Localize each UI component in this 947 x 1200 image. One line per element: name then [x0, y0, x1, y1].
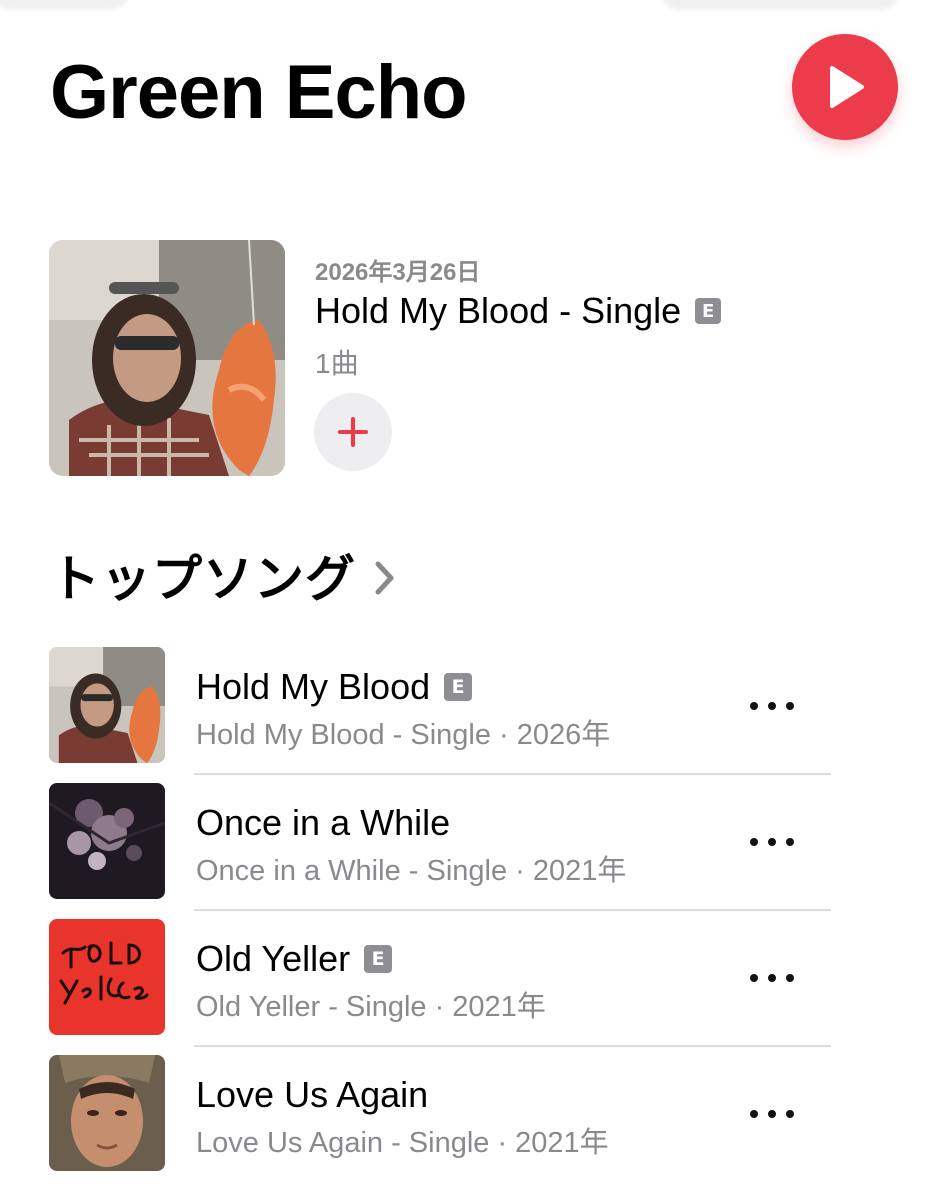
song-artwork — [49, 647, 165, 763]
explicit-badge: E — [444, 673, 473, 701]
ellipsis-dot — [768, 702, 776, 710]
top-songs-header[interactable]: トップソング — [50, 540, 396, 610]
song-title-row: Old Yeller E — [196, 937, 393, 981]
ellipsis-dot — [786, 1110, 794, 1118]
latest-release-artwork[interactable] — [49, 240, 285, 476]
ellipsis-dot — [750, 838, 758, 846]
song-title: Old Yeller — [196, 938, 351, 979]
add-to-library-button[interactable] — [314, 393, 392, 471]
song-subtitle: Old Yeller - Single · 2021年 — [196, 991, 546, 1023]
chevron-right-icon — [375, 561, 394, 595]
play-icon — [830, 66, 864, 108]
more-options-button[interactable] — [750, 1099, 794, 1129]
ellipsis-dot — [786, 838, 794, 846]
explicit-badge: E — [364, 945, 393, 973]
ellipsis-dot — [768, 1110, 776, 1118]
song-subtitle: Hold My Blood - Single · 2026年 — [196, 719, 611, 751]
ellipsis-dot — [768, 838, 776, 846]
song-title-row: Once in a While — [196, 801, 450, 845]
divider — [194, 909, 831, 911]
song-title: Hold My Blood — [196, 666, 431, 707]
song-title: Once in a While — [196, 802, 451, 843]
divider — [194, 1045, 831, 1047]
song-artwork — [49, 783, 165, 899]
song-row[interactable]: Love Us Again Love Us Again - Single · 2… — [0, 1055, 947, 1191]
latest-release-title: Hold My Blood - Single — [315, 290, 682, 331]
song-title-row: Hold My Blood E — [196, 665, 473, 709]
song-artwork — [49, 1055, 165, 1171]
back-button-remnant[interactable] — [0, 0, 130, 10]
track-count: 1曲 — [315, 348, 359, 379]
more-options-button[interactable] — [750, 827, 794, 857]
section-title: トップソング — [50, 551, 356, 607]
ellipsis-dot — [750, 1110, 758, 1118]
plus-icon — [338, 417, 368, 447]
play-button[interactable] — [792, 34, 898, 140]
more-options-button[interactable] — [750, 963, 794, 993]
ellipsis-dot — [786, 702, 794, 710]
song-subtitle: Once in a While - Single · 2021年 — [196, 855, 627, 887]
ellipsis-dot — [786, 974, 794, 982]
explicit-badge: E — [695, 298, 722, 324]
song-artwork — [49, 919, 165, 1035]
divider — [194, 773, 831, 775]
release-date: 2026年3月26日 — [315, 259, 481, 286]
song-title-row: Love Us Again — [196, 1073, 428, 1117]
song-subtitle: Love Us Again - Single · 2021年 — [196, 1127, 609, 1159]
artist-page: Green Echo 2026年3月26日 Hold My Blood - Si… — [0, 0, 947, 1200]
song-title: Love Us Again — [196, 1074, 429, 1115]
song-row[interactable]: Once in a While Once in a While - Single… — [0, 783, 947, 919]
ellipsis-dot — [750, 974, 758, 982]
song-row[interactable]: Old Yeller E Old Yeller - Single · 2021年 — [0, 919, 947, 1055]
artist-name: Green Echo — [50, 50, 468, 135]
song-row[interactable]: Hold My Blood E Hold My Blood - Single ·… — [0, 647, 947, 783]
nav-actions-remnant[interactable] — [660, 0, 900, 10]
ellipsis-dot — [768, 974, 776, 982]
latest-release-title-row[interactable]: Hold My Blood - Single E — [315, 288, 722, 334]
more-options-button[interactable] — [750, 691, 794, 721]
ellipsis-dot — [750, 702, 758, 710]
